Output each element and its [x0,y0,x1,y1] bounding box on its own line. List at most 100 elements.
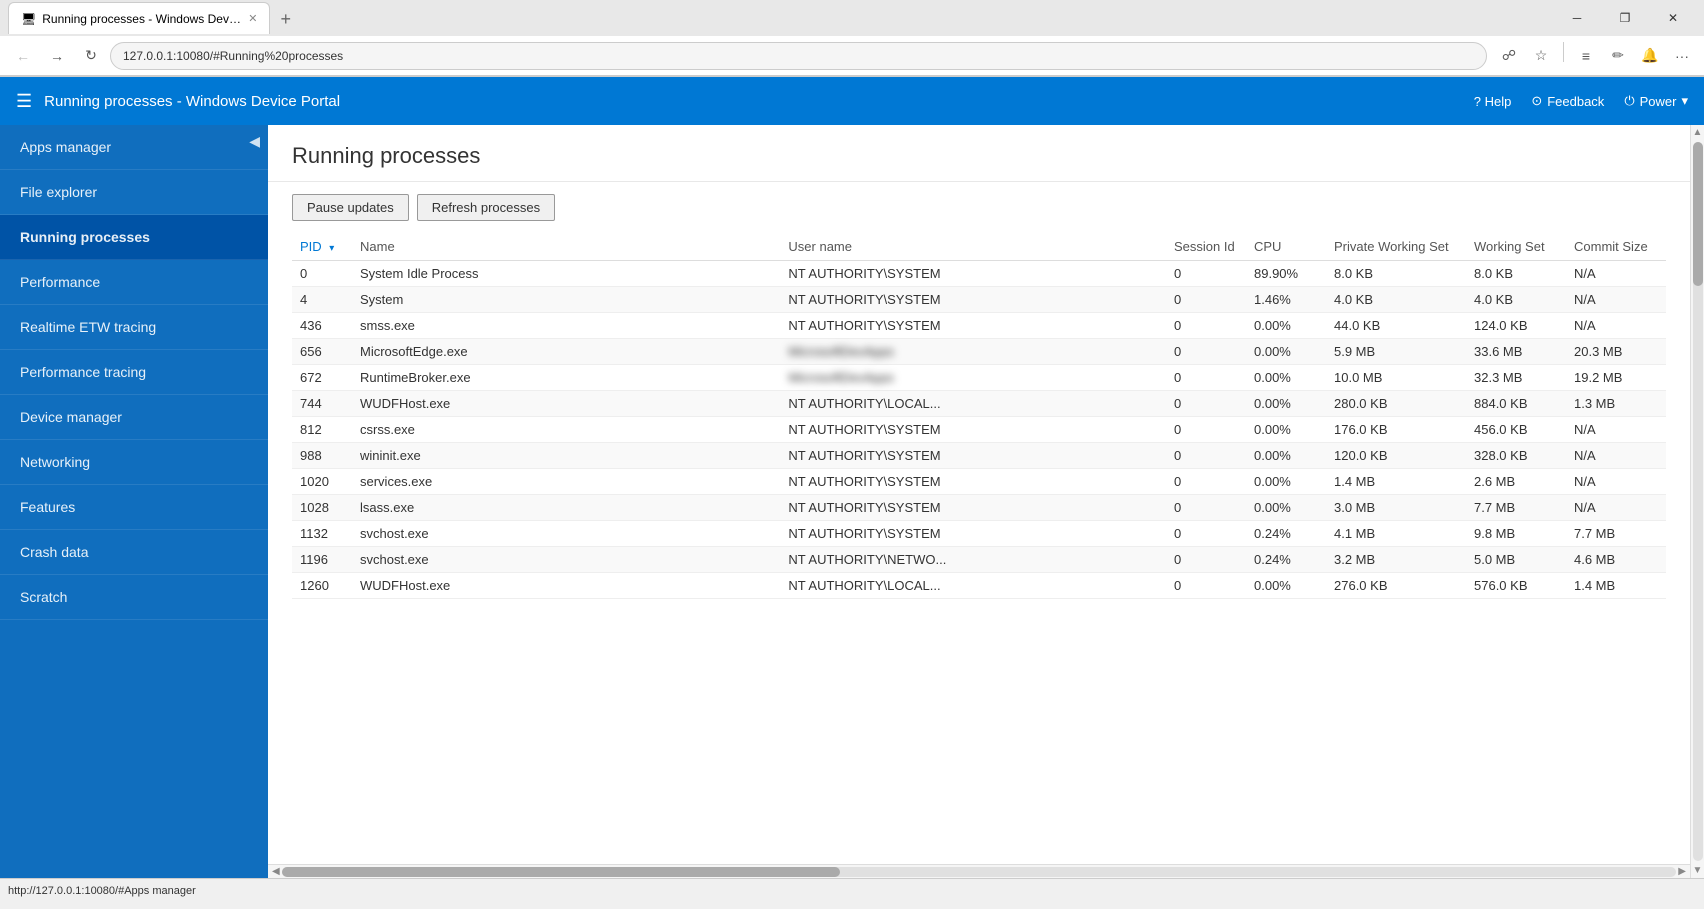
commit-cell: 19.2 MB [1566,365,1666,391]
sidebar-item-performance-tracing[interactable]: Performance tracing [0,350,268,395]
help-button[interactable]: ? Help [1474,94,1512,109]
table-row[interactable]: 1196 svchost.exe NT AUTHORITY\NETWO... 0… [292,547,1666,573]
tab-favicon: 🖥 [21,12,36,26]
table-row[interactable]: 1132 svchost.exe NT AUTHORITY\SYSTEM 0 0… [292,521,1666,547]
favorites-button[interactable]: ☆ [1527,42,1555,70]
table-row[interactable]: 656 MicrosoftEdge.exe MicrosoftDevApps 0… [292,339,1666,365]
commit-cell: N/A [1566,443,1666,469]
name-cell: WUDFHost.exe [352,391,780,417]
ws-cell: 328.0 KB [1466,443,1566,469]
tab-close-button[interactable]: ✕ [248,12,257,25]
session-cell: 0 [1166,391,1246,417]
pid-cell: 656 [292,339,352,365]
cpu-cell: 0.00% [1246,365,1326,391]
vertical-scroll-track[interactable] [1693,142,1703,861]
sidebar-item-scratch[interactable]: Scratch [0,575,268,620]
header-actions: ? Help ⊙ Feedback ⏻ Power ▾ [1474,93,1688,109]
status-url: http://127.0.0.1:10080/#Apps manager [8,885,196,897]
pid-cell: 1196 [292,547,352,573]
ws-cell: 7.7 MB [1466,495,1566,521]
scroll-right-arrow[interactable]: ▶ [1676,866,1688,877]
forward-button[interactable]: → [42,41,72,71]
sidebar-item-features[interactable]: Features [0,485,268,530]
horizontal-scrollbar[interactable]: ◀ ▶ [268,864,1690,878]
scroll-left-arrow[interactable]: ◀ [270,866,282,877]
user-cell: NT AUTHORITY\NETWO... [780,547,1166,573]
pid-column-header[interactable]: PID ▾ [292,233,352,261]
sidebar-item-apps-manager[interactable]: Apps manager [0,125,268,170]
cpu-cell: 0.00% [1246,443,1326,469]
notifications-button[interactable]: 🔔 [1636,42,1664,70]
ws-cell: 32.3 MB [1466,365,1566,391]
table-row[interactable]: 4 System NT AUTHORITY\SYSTEM 0 1.46% 4.0… [292,287,1666,313]
restore-button[interactable]: ❐ [1602,2,1648,34]
power-button[interactable]: ⏻ Power ▾ [1624,93,1688,109]
table-row[interactable]: 1020 services.exe NT AUTHORITY\SYSTEM 0 … [292,469,1666,495]
vertical-scroll-thumb[interactable] [1693,142,1703,286]
refresh-button[interactable]: ↻ [76,41,106,71]
scroll-track[interactable] [282,867,1677,877]
sidebar-item-networking[interactable]: Networking [0,440,268,485]
sidebar-collapse-button[interactable]: ◀ [249,133,260,150]
commit-cell: N/A [1566,417,1666,443]
scroll-down-arrow[interactable]: ▼ [1693,863,1703,878]
table-row[interactable]: 672 RuntimeBroker.exe MicrosoftDevApps 0… [292,365,1666,391]
sidebar-item-label: File explorer [20,184,97,200]
new-tab-button[interactable]: + [272,5,299,34]
pws-cell: 8.0 KB [1326,261,1466,287]
more-button[interactable]: ··· [1668,42,1696,70]
session-column-header: Session Id [1166,233,1246,261]
feedback-button[interactable]: ⊙ Feedback [1531,93,1604,109]
name-cell: MicrosoftEdge.exe [352,339,780,365]
vertical-scrollbar[interactable]: ▲ ▼ [1690,125,1704,878]
table-row[interactable]: 436 smss.exe NT AUTHORITY\SYSTEM 0 0.00%… [292,313,1666,339]
back-button[interactable]: ← [8,41,38,71]
session-cell: 0 [1166,287,1246,313]
reading-view-button[interactable]: ☍ [1495,42,1523,70]
cpu-cell: 0.24% [1246,521,1326,547]
sidebar-item-performance[interactable]: Performance [0,260,268,305]
name-cell: RuntimeBroker.exe [352,365,780,391]
menu-button[interactable]: ≡ [1572,42,1600,70]
scroll-up-arrow[interactable]: ▲ [1693,125,1703,140]
cpu-cell: 0.00% [1246,339,1326,365]
table-row[interactable]: 1260 WUDFHost.exe NT AUTHORITY\LOCAL... … [292,573,1666,599]
table-row[interactable]: 988 wininit.exe NT AUTHORITY\SYSTEM 0 0.… [292,443,1666,469]
pid-cell: 988 [292,443,352,469]
blurred-username: MicrosoftDevApps [788,344,893,359]
sidebar-item-running-processes[interactable]: Running processes [0,215,268,260]
sidebar-item-realtime-etw[interactable]: Realtime ETW tracing [0,305,268,350]
user-cell: NT AUTHORITY\SYSTEM [780,287,1166,313]
refresh-processes-button[interactable]: Refresh processes [417,194,555,221]
blurred-username: MicrosoftDevApps [788,370,893,385]
address-bar[interactable] [110,42,1487,70]
table-row[interactable]: 0 System Idle Process NT AUTHORITY\SYSTE… [292,261,1666,287]
pws-cell: 1.4 MB [1326,469,1466,495]
sidebar-item-file-explorer[interactable]: File explorer [0,170,268,215]
sidebar-item-crash-data[interactable]: Crash data [0,530,268,575]
app-header-title: Running processes - Windows Device Porta… [44,93,1462,110]
processes-table: PID ▾ Name User name Session Id CPU Priv… [292,233,1666,599]
table-row[interactable]: 812 csrss.exe NT AUTHORITY\SYSTEM 0 0.00… [292,417,1666,443]
session-cell: 0 [1166,573,1246,599]
close-button[interactable]: ✕ [1650,2,1696,34]
pid-cell: 744 [292,391,352,417]
page-title: Running processes [268,125,1690,182]
table-row[interactable]: 1028 lsass.exe NT AUTHORITY\SYSTEM 0 0.0… [292,495,1666,521]
navigation-bar: ← → ↻ ☍ ☆ ≡ ✏ 🔔 ··· [0,36,1704,76]
pause-updates-button[interactable]: Pause updates [292,194,409,221]
active-tab[interactable]: 🖥 Running processes - Windows Device Por… [8,2,270,34]
commit-cell: N/A [1566,261,1666,287]
pid-cell: 1260 [292,573,352,599]
pen-button[interactable]: ✏ [1604,42,1632,70]
sidebar-toggle-button[interactable]: ☰ [16,91,32,112]
name-cell: svchost.exe [352,547,780,573]
sidebar-item-device-manager[interactable]: Device manager [0,395,268,440]
tab-title: Running processes - Windows Device Porta… [42,12,242,26]
user-cell: NT AUTHORITY\SYSTEM [780,469,1166,495]
minimize-button[interactable]: ─ [1554,2,1600,34]
name-cell: System [352,287,780,313]
processes-table-wrapper[interactable]: PID ▾ Name User name Session Id CPU Priv… [268,233,1690,864]
scroll-thumb[interactable] [282,867,840,877]
table-row[interactable]: 744 WUDFHost.exe NT AUTHORITY\LOCAL... 0… [292,391,1666,417]
